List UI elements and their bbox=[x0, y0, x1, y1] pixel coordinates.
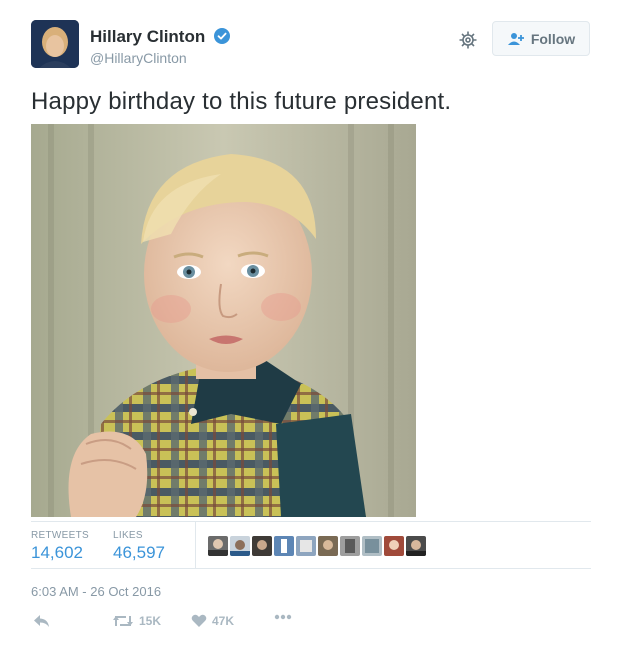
tweet-card: Hillary Clinton @HillaryClinton Follow H… bbox=[0, 0, 632, 650]
add-user-icon bbox=[507, 32, 524, 45]
like-button[interactable]: 47K bbox=[191, 614, 234, 628]
tweet-photo[interactable] bbox=[31, 124, 416, 517]
gear-icon[interactable] bbox=[458, 30, 478, 50]
retweet-count: 15K bbox=[139, 614, 162, 628]
divider-bottom bbox=[31, 568, 591, 569]
like-count: 47K bbox=[212, 614, 235, 628]
retweets-label: RETWEETS bbox=[31, 530, 89, 541]
more-icon bbox=[274, 614, 292, 620]
likes-label: LIKES bbox=[113, 530, 143, 541]
liker-avatar[interactable] bbox=[208, 536, 228, 556]
follow-label: Follow bbox=[530, 30, 576, 47]
child-portrait-image bbox=[31, 124, 416, 517]
avatar[interactable] bbox=[31, 20, 79, 68]
verified-badge-icon bbox=[213, 28, 230, 44]
liker-avatar[interactable] bbox=[318, 536, 338, 556]
liker-avatar[interactable] bbox=[230, 536, 250, 556]
liker-avatar[interactable] bbox=[384, 536, 404, 556]
liker-avatar[interactable] bbox=[274, 536, 294, 556]
likers-avatars bbox=[208, 536, 426, 556]
tweet-text: Happy birthday to this future president. bbox=[31, 88, 452, 115]
timestamp[interactable]: 6:03 AM - 26 Oct 2016 bbox=[31, 584, 161, 599]
divider-top bbox=[31, 521, 591, 522]
stats-separator bbox=[195, 522, 196, 568]
author-handle[interactable]: @HillaryClinton bbox=[90, 50, 187, 66]
reply-button[interactable] bbox=[33, 614, 51, 628]
retweet-button[interactable]: 15K bbox=[112, 614, 161, 628]
heart-icon bbox=[191, 614, 207, 627]
likes-count[interactable]: 46,597 bbox=[113, 543, 165, 563]
author-name[interactable]: Hillary Clinton bbox=[90, 27, 230, 47]
author-name-text: Hillary Clinton bbox=[90, 27, 206, 46]
liker-avatar[interactable] bbox=[406, 536, 426, 556]
liker-avatar[interactable] bbox=[252, 536, 272, 556]
follow-button[interactable]: Follow bbox=[492, 21, 590, 56]
more-button[interactable] bbox=[274, 614, 292, 620]
liker-avatar[interactable] bbox=[296, 536, 316, 556]
liker-avatar[interactable] bbox=[362, 536, 382, 556]
retweet-icon bbox=[113, 616, 133, 626]
reply-icon bbox=[34, 615, 49, 627]
liker-avatar[interactable] bbox=[340, 536, 360, 556]
retweets-count[interactable]: 14,602 bbox=[31, 543, 83, 563]
avatar-image bbox=[31, 20, 79, 68]
